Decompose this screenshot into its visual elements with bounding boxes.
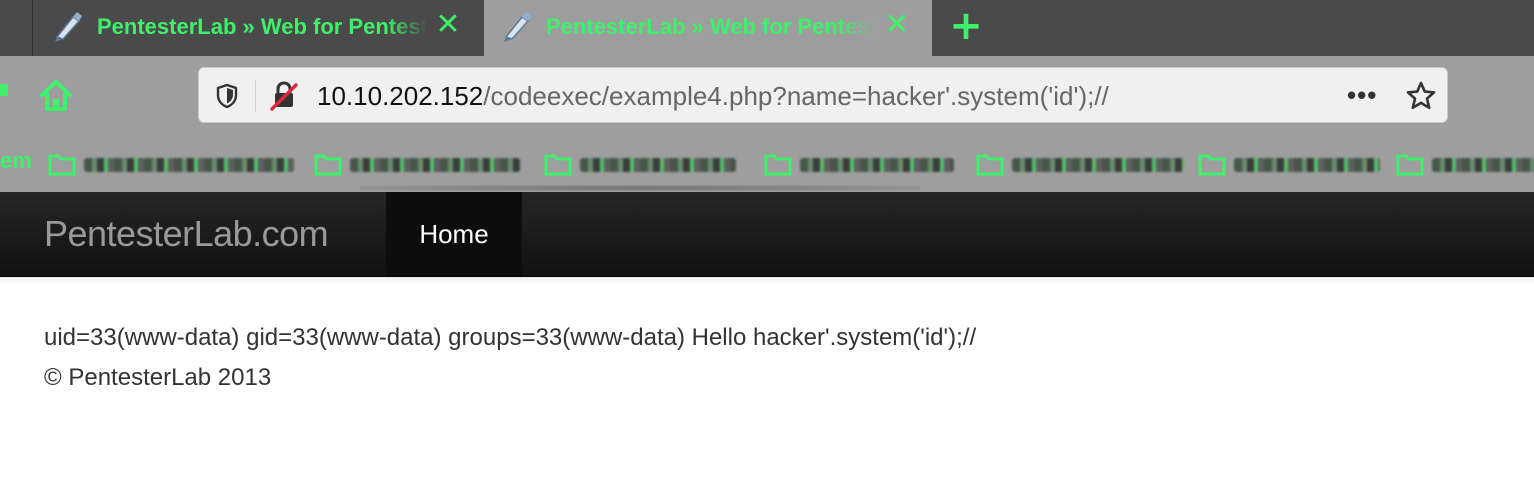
tab-left-sliver: [0, 0, 33, 56]
navbar-shadow: [0, 277, 1534, 283]
folder-icon: [314, 154, 342, 176]
bookmark-folder-item[interactable]: [48, 148, 298, 180]
folder-icon: [1396, 154, 1424, 176]
folder-icon: [544, 154, 572, 176]
bookmark-folder-item[interactable]: [976, 148, 1186, 180]
bookmark-blurred-label: [84, 158, 294, 172]
url-separator: [255, 80, 256, 112]
bookmark-blurred-label: [1432, 158, 1534, 172]
url-path: /codeexec/example4.php?name=hacker'.syst…: [483, 81, 1109, 111]
bookmark-folder-item[interactable]: [314, 148, 530, 180]
page-actions-more-icon[interactable]: •••: [1347, 82, 1381, 110]
bookmark-blurred-label: [580, 158, 736, 172]
forward-button-edge[interactable]: [0, 84, 8, 96]
home-icon[interactable]: [38, 78, 74, 112]
bookmark-folder-item[interactable]: [1396, 148, 1534, 180]
footer-copyright: © PentesterLab 2013: [44, 364, 272, 391]
site-navbar: PentesterLab.com Home: [0, 192, 1534, 277]
pentesterlab-favicon-icon: [55, 12, 82, 42]
tab-2-active[interactable]: PentesterLab » Web for Pentester ✕: [484, 0, 932, 56]
folder-icon: [1198, 154, 1226, 176]
address-bar[interactable]: 10.10.202.152/codeexec/example4.php?name…: [198, 67, 1448, 123]
bookmark-folder-item[interactable]: [1198, 148, 1388, 180]
bookmark-blurred-label: [1234, 158, 1380, 172]
nav-home-link[interactable]: Home: [386, 192, 522, 276]
page-content: uid=33(www-data) gid=33(www-data) groups…: [44, 318, 976, 398]
tab-title: PentesterLab » Web for Pentester: [97, 12, 427, 42]
bookmark-blurred-label: [1012, 158, 1184, 172]
navigation-toolbar: 10.10.202.152/codeexec/example4.php?name…: [0, 56, 1534, 128]
folder-icon: [48, 154, 76, 176]
site-brand[interactable]: PentesterLab.com: [44, 214, 329, 254]
new-tab-button[interactable]: +: [946, 6, 986, 46]
bookmarks-toolbar: em: [0, 128, 1534, 192]
tab-strip: PentesterLab » Web for Pentester ✕ Pente…: [0, 0, 1534, 56]
command-output: uid=33(www-data) gid=33(www-data) groups…: [44, 324, 977, 351]
shield-icon[interactable]: [215, 83, 239, 109]
close-tab-icon[interactable]: ✕: [433, 10, 463, 40]
bookmark-folder-item[interactable]: [544, 148, 744, 180]
url-text[interactable]: 10.10.202.152/codeexec/example4.php?name…: [317, 80, 1109, 112]
tab-title: PentesterLab » Web for Pentester: [546, 12, 876, 42]
bookmark-blurred-label: [800, 158, 954, 172]
folder-icon: [976, 154, 1004, 176]
bookmark-label-partial[interactable]: em: [0, 148, 32, 174]
close-tab-icon[interactable]: ✕: [882, 10, 912, 40]
bookmark-folder-item[interactable]: [764, 148, 964, 180]
toolbar-shadow: [360, 185, 920, 191]
pentesterlab-favicon-icon: [504, 12, 531, 42]
url-host: 10.10.202.152: [317, 81, 484, 111]
bookmark-blurred-label: [350, 158, 520, 172]
folder-icon: [764, 154, 792, 176]
insecure-lock-icon[interactable]: [269, 81, 299, 111]
tab-1[interactable]: PentesterLab » Web for Pentester ✕: [32, 0, 484, 56]
bookmark-star-icon[interactable]: [1405, 80, 1437, 112]
